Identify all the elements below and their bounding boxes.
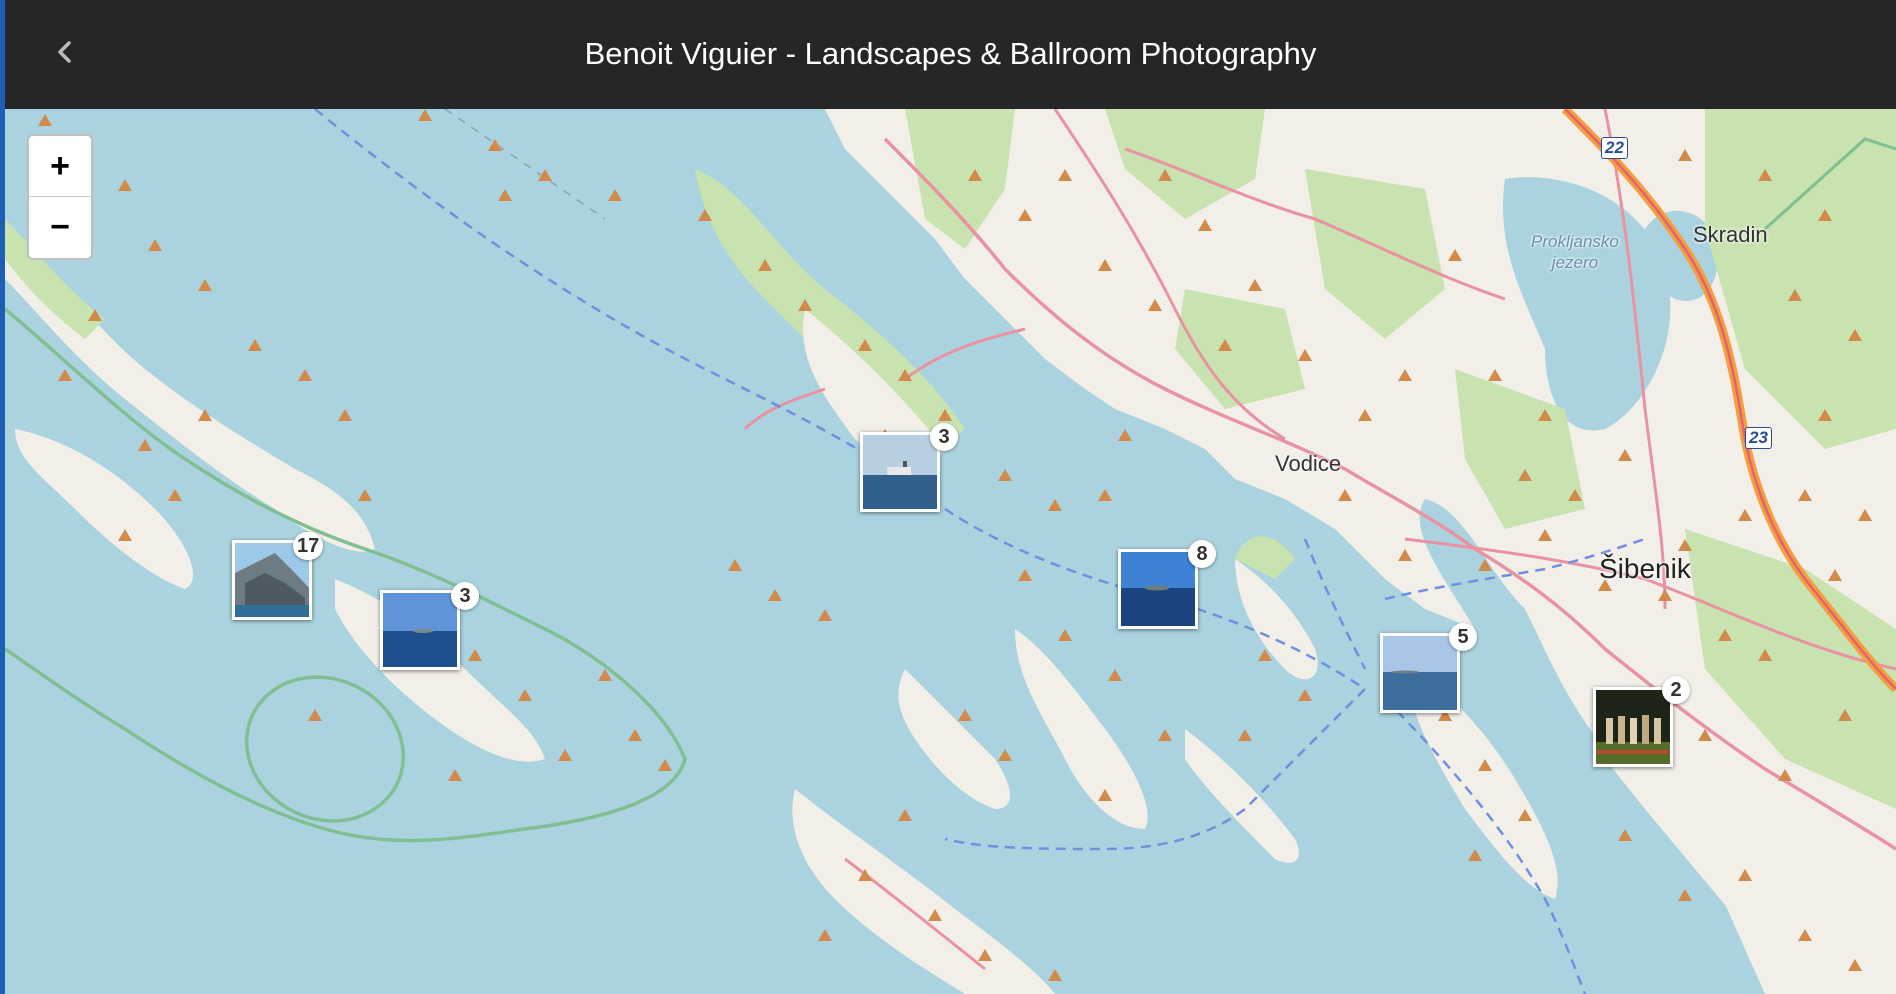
header-bar: Benoit Viguier - Landscapes & Ballroom P… (5, 0, 1896, 106)
photo-thumbnail-sea (383, 593, 457, 667)
cluster-count-badge[interactable]: 3 (451, 582, 479, 610)
lake-label-line1: Prokljansko (1531, 232, 1619, 251)
cluster-count-badge[interactable]: 17 (293, 532, 324, 560)
photo-cluster-marker[interactable] (380, 590, 460, 670)
place-label-vodice: Vodice (1275, 451, 1342, 476)
photo-cluster-marker[interactable] (1593, 687, 1673, 767)
lake-label-line2: jezero (1551, 253, 1599, 272)
photo-cluster-marker[interactable] (860, 432, 940, 512)
cluster-count-badge[interactable]: 2 (1662, 676, 1690, 704)
place-label-sibenik: Šibenik (1599, 553, 1691, 584)
place-label-skradin: Skradin (1693, 222, 1768, 247)
photo-thumbnail-boat (863, 435, 937, 509)
photo-thumbnail-sea (1121, 552, 1195, 626)
cluster-count-badge[interactable]: 5 (1449, 623, 1477, 651)
photo-thumbnail-sea (1383, 636, 1457, 710)
road-shield-23: 23 (1745, 427, 1772, 449)
photo-cluster-marker[interactable] (1118, 549, 1198, 629)
map-view[interactable]: Vodice Šibenik Skradin Prokljansko jezer… (5, 109, 1896, 994)
zoom-out-button[interactable]: − (29, 196, 91, 257)
cluster-count-badge[interactable]: 3 (930, 423, 958, 451)
zoom-control: + − (27, 134, 93, 260)
photo-cluster-marker[interactable] (1380, 633, 1460, 713)
road-shield-22: 22 (1601, 137, 1628, 159)
cluster-count-badge[interactable]: 8 (1188, 540, 1216, 568)
zoom-in-button[interactable]: + (29, 136, 91, 196)
photo-thumbnail-people (1596, 690, 1670, 764)
lake-label: Prokljansko jezero (1531, 231, 1619, 273)
page-title: Benoit Viguier - Landscapes & Ballroom P… (584, 36, 1317, 71)
